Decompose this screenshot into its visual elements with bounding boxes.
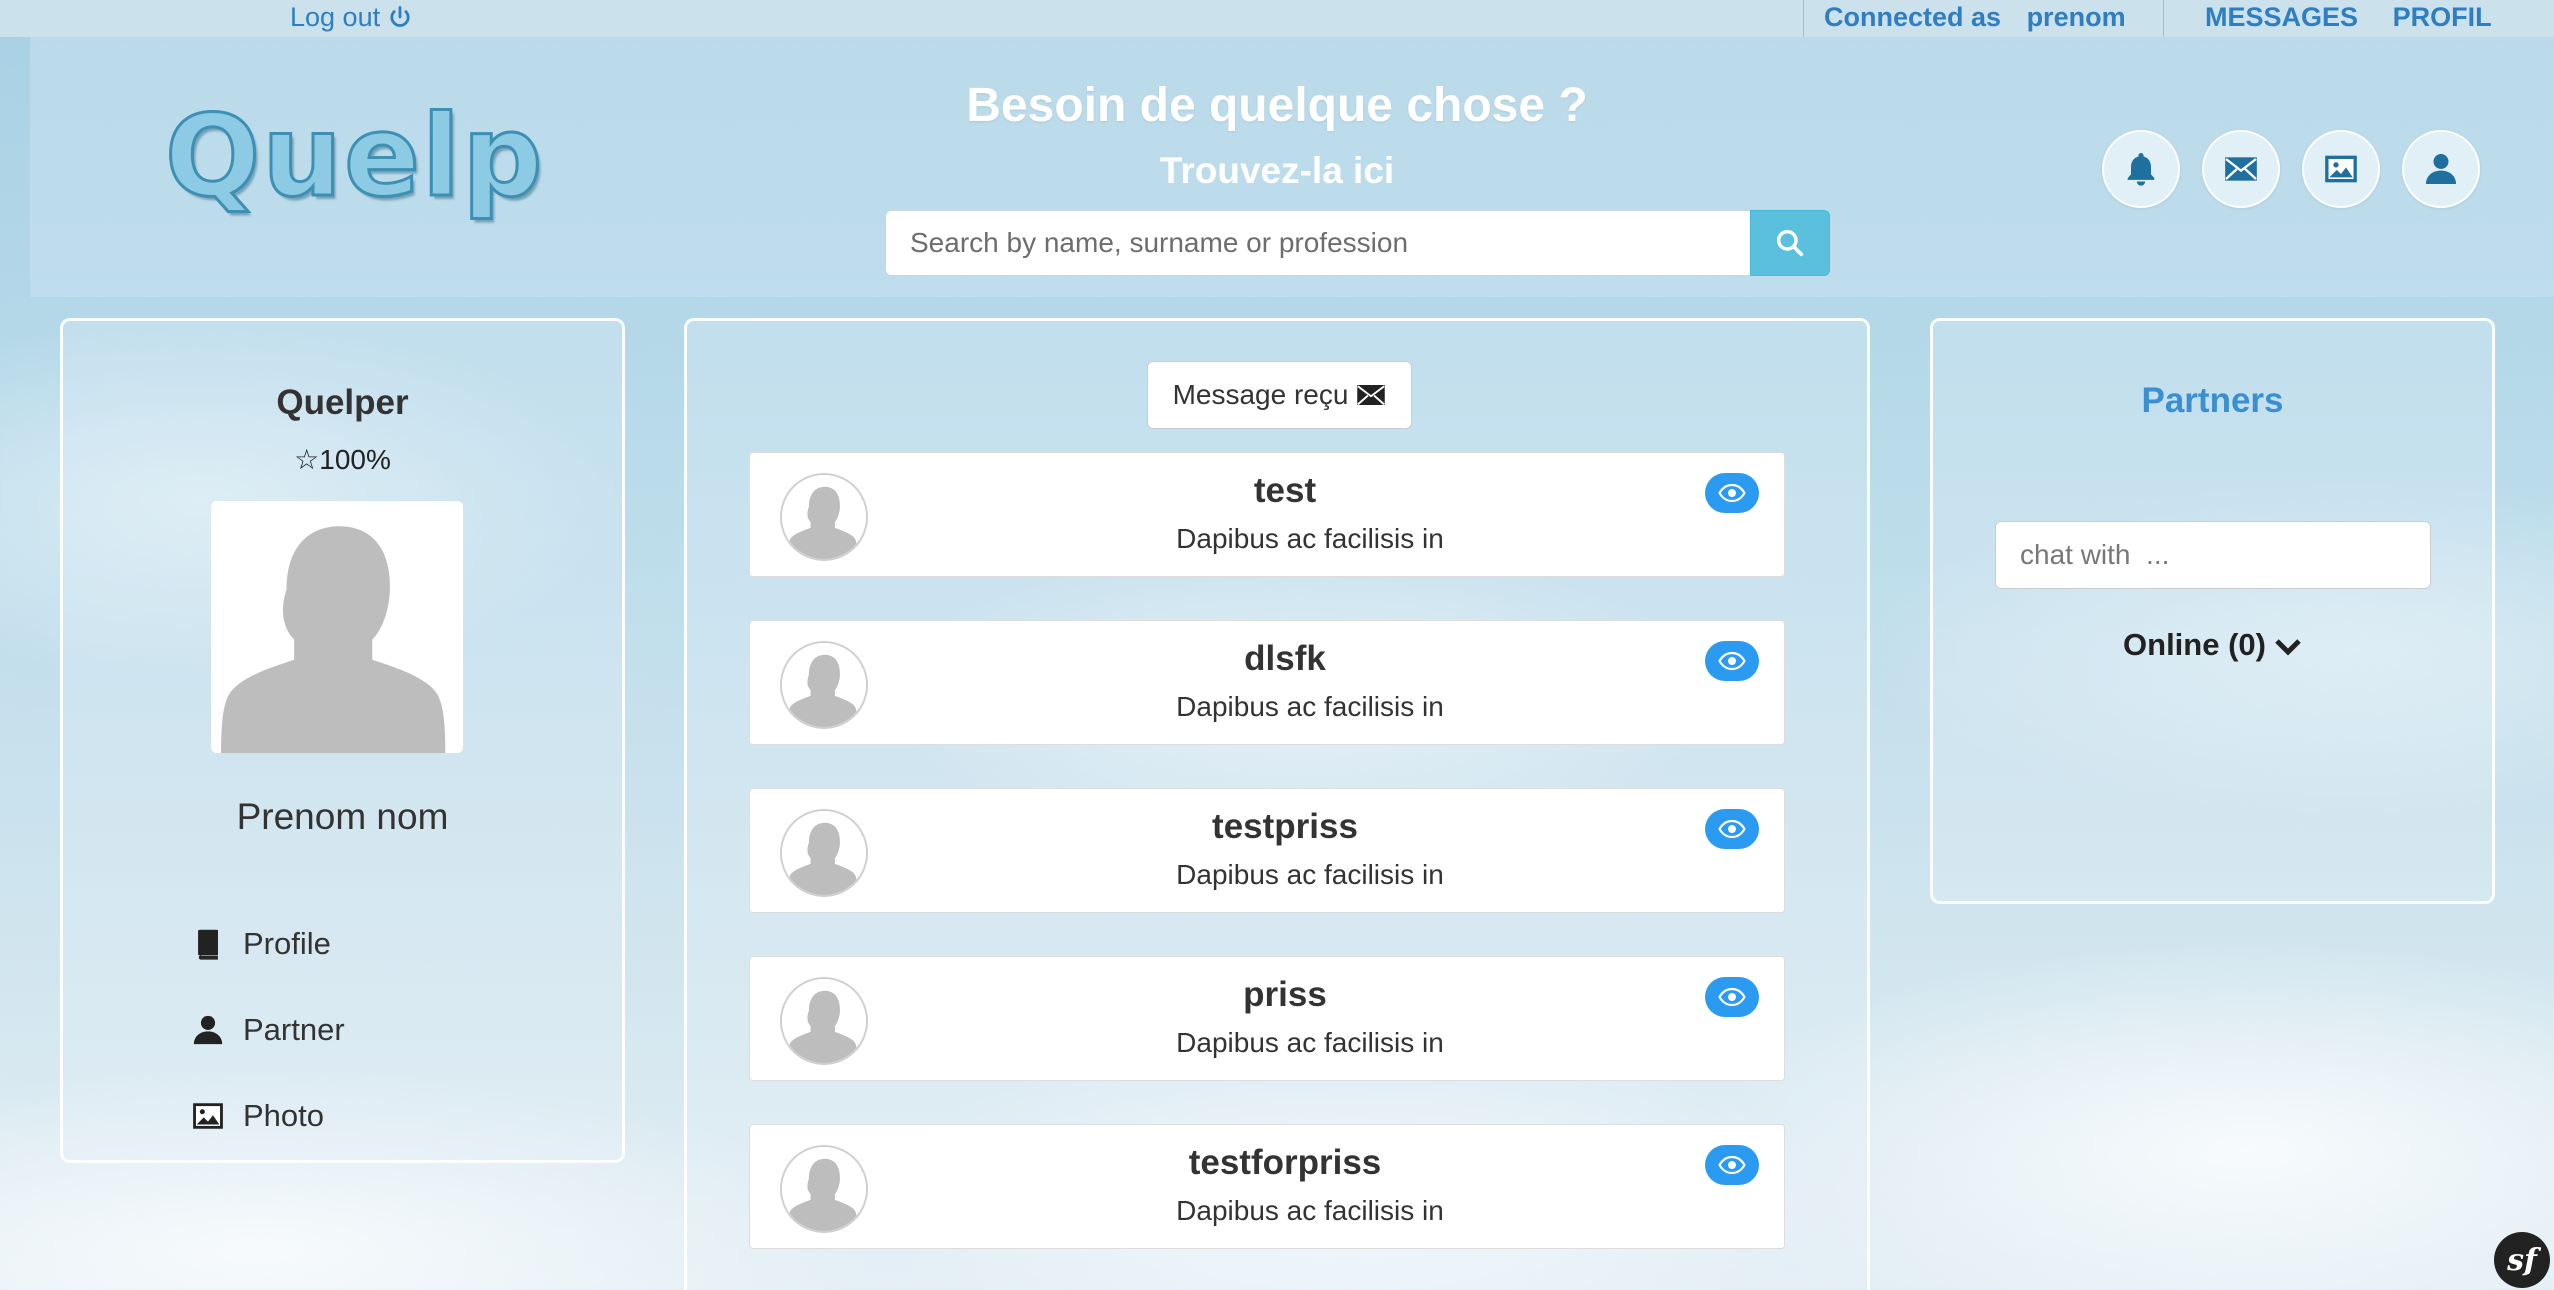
message-sender: test <box>1253 471 1317 510</box>
online-toggle[interactable]: Online (0) <box>1933 627 2492 663</box>
view-message-button[interactable] <box>1705 641 1759 681</box>
header-icon-group <box>2102 130 2480 208</box>
top-bar: Log out Connected as prenom MESSAGES PRO… <box>0 0 2554 38</box>
connected-label: Connected as <box>1824 2 2002 32</box>
eye-icon <box>1718 1155 1746 1175</box>
messages-panel: Message reçu test Dapibus ac facilisis i… <box>684 318 1870 1290</box>
view-message-button[interactable] <box>1705 473 1759 513</box>
header-title: Besoin de quelque chose ? <box>966 79 1588 132</box>
picture-icon <box>2325 155 2357 183</box>
nav-partner[interactable]: Partner <box>191 987 345 1073</box>
eye-icon <box>1718 651 1746 671</box>
user-icon <box>2426 154 2456 184</box>
message-card[interactable]: test Dapibus ac facilisis in <box>749 452 1785 577</box>
topbar-divider <box>1803 0 1804 37</box>
profile-full-name: Prenom nom <box>236 796 449 837</box>
picture-icon <box>193 1103 223 1129</box>
nav-photo[interactable]: Photo <box>191 1073 345 1159</box>
nav-profile-label: Profile <box>243 926 331 961</box>
nav-messages-link[interactable]: MESSAGES <box>2205 2 2358 32</box>
username-link[interactable]: prenom <box>2027 2 2126 32</box>
logout-link[interactable]: Log out <box>290 2 414 33</box>
default-avatar-icon <box>211 501 463 753</box>
message-sender: dlsfk <box>1244 639 1326 678</box>
profile-button[interactable] <box>2402 130 2480 208</box>
message-card[interactable]: testforpriss Dapibus ac facilisis in <box>749 1124 1785 1249</box>
messages-button[interactable] <box>2202 130 2280 208</box>
message-sender: testpriss <box>1212 807 1358 846</box>
book-icon <box>198 929 218 960</box>
chevron-down-icon <box>2275 639 2301 656</box>
nav-profil-link[interactable]: PROFIL <box>2393 2 2492 32</box>
logout-label: Log out <box>290 2 381 32</box>
view-message-button[interactable] <box>1705 977 1759 1017</box>
message-preview: Dapibus ac facilisis in <box>1176 859 1444 890</box>
message-preview: Dapibus ac facilisis in <box>1176 523 1444 554</box>
photos-button[interactable] <box>2302 130 2380 208</box>
search-button[interactable] <box>1750 210 1830 276</box>
message-card[interactable]: dlsfk Dapibus ac facilisis in <box>749 620 1785 745</box>
user-icon <box>193 1015 223 1045</box>
nav-photo-label: Photo <box>243 1098 325 1133</box>
nav-partner-label: Partner <box>243 1012 345 1047</box>
notifications-button[interactable] <box>2102 130 2180 208</box>
envelope-icon <box>2225 157 2257 181</box>
profile-nav: Profile Partner Photo <box>191 901 345 1159</box>
message-sender: priss <box>1243 975 1327 1014</box>
partners-panel: Partners Online (0) <box>1930 318 2495 904</box>
search-input[interactable] <box>885 210 1750 276</box>
eye-icon <box>1718 819 1746 839</box>
nav-profile[interactable]: Profile <box>191 901 345 987</box>
search-icon <box>1776 229 1804 257</box>
power-icon <box>386 4 414 32</box>
messages-received-label: Message reçu <box>1172 379 1349 410</box>
profile-rating: ☆100% <box>294 444 391 475</box>
partners-title: Partners <box>2141 381 2284 420</box>
message-preview: Dapibus ac facilisis in <box>1176 1027 1444 1058</box>
view-message-button[interactable] <box>1705 1145 1759 1185</box>
messages-received-button[interactable]: Message reçu <box>1147 361 1412 429</box>
search-bar <box>885 210 1830 276</box>
message-card[interactable]: priss Dapibus ac facilisis in <box>749 956 1785 1081</box>
avatar[interactable] <box>211 501 463 753</box>
eye-icon <box>1718 483 1746 503</box>
envelope-icon <box>1357 385 1386 406</box>
message-preview: Dapibus ac facilisis in <box>1176 691 1444 722</box>
profile-name: Quelper <box>276 383 409 422</box>
online-label: Online (0) <box>2123 627 2266 662</box>
top-nav: MESSAGES PROFIL <box>2205 2 2519 33</box>
chat-search-input[interactable] <box>1995 521 2431 589</box>
connected-status: Connected as prenom <box>1824 2 2126 33</box>
topbar-divider <box>2163 0 2164 37</box>
message-preview: Dapibus ac facilisis in <box>1176 1195 1444 1226</box>
bell-icon <box>2127 153 2155 186</box>
profile-panel: Quelper ☆100% Prenom nom Profile Partner… <box>60 318 625 1163</box>
message-sender: testforpriss <box>1188 1143 1382 1182</box>
eye-icon <box>1718 987 1746 1007</box>
symfony-debug-badge[interactable]: sf <box>2494 1232 2550 1288</box>
message-card[interactable]: testpriss Dapibus ac facilisis in <box>749 788 1785 913</box>
view-message-button[interactable] <box>1705 809 1759 849</box>
